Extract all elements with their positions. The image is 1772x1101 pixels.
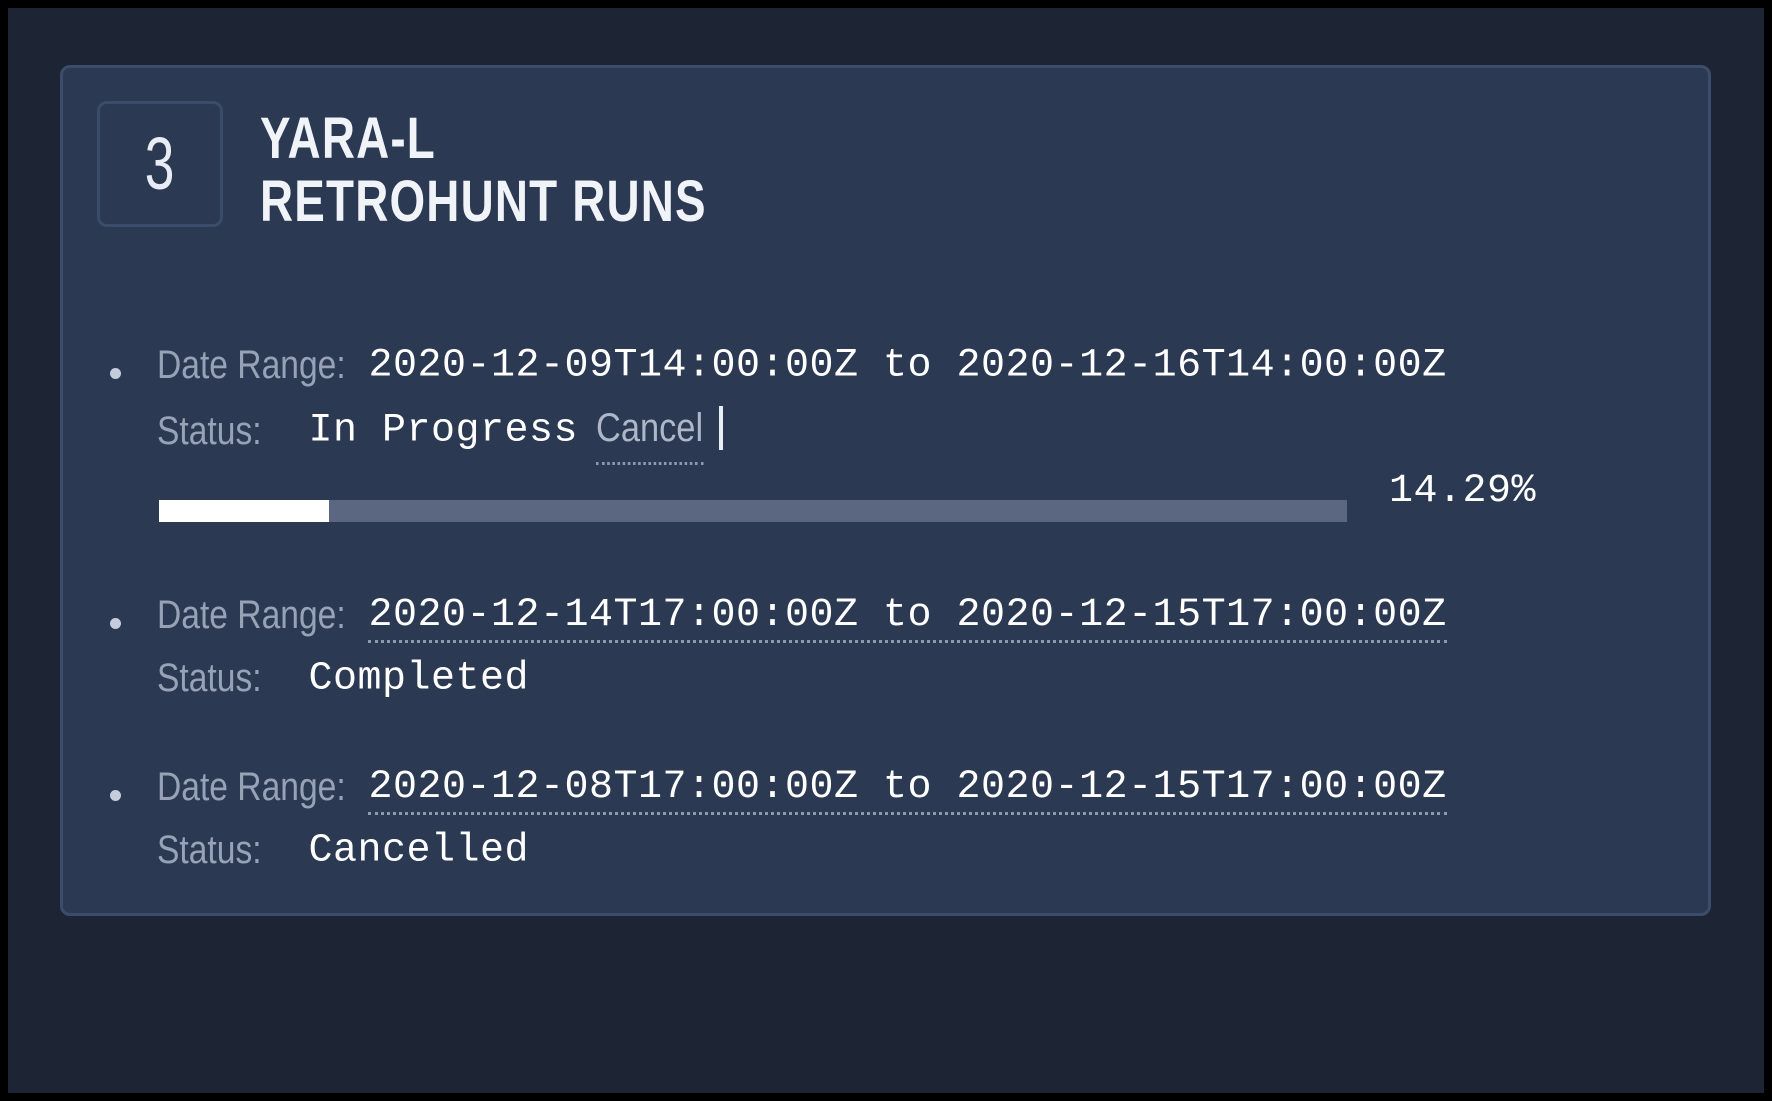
list-item: Date Range: 2020-12-14T17:00:00Z to 2020… [97,584,1680,710]
date-range-label: Date Range: [157,765,346,810]
status-line: Status: In Progress Cancel [157,397,1680,465]
page-title-line-2: RETROHUNT RUNS [260,169,707,234]
date-range-label: Date Range: [157,343,346,388]
bullet-icon [110,618,121,629]
status-label: Status: [157,408,262,453]
date-range-line: Date Range: 2020-12-09T14:00:00Z to 2020… [157,334,1680,397]
date-range-value[interactable]: 2020-12-08T17:00:00Z to 2020-12-15T17:00… [368,765,1447,816]
text-caret [718,406,723,450]
date-range-line: Date Range: 2020-12-08T17:00:00Z to 2020… [157,756,1680,819]
status-value: Cancelled [308,828,529,874]
bullet-icon [110,790,121,801]
bullet-icon [110,368,121,379]
progress-bar-fill [159,500,329,522]
progress-percent-label: 14.29% [1389,469,1537,514]
date-range-value: 2020-12-09T14:00:00Z to 2020-12-16T14:00… [368,343,1447,389]
card-header: 3 YARA-L RETROHUNT RUNS [97,101,826,233]
date-range-label: Date Range: [157,593,346,638]
date-range-value[interactable]: 2020-12-14T17:00:00Z to 2020-12-15T17:00… [368,593,1447,644]
status-value: In Progress [308,408,578,454]
progress-bar-track [159,500,1347,522]
list-item: Date Range: 2020-12-08T17:00:00Z to 2020… [97,756,1680,882]
cancel-run-button[interactable]: Cancel [596,397,704,465]
date-range-line: Date Range: 2020-12-14T17:00:00Z to 2020… [157,584,1680,647]
run-count-value: 3 [145,122,175,205]
status-value: Completed [308,656,529,702]
status-line: Status: Cancelled [157,819,1680,882]
list-item: Date Range: 2020-12-09T14:00:00Z to 2020… [97,334,1680,538]
status-label: Status: [157,656,262,701]
retrohunt-runs-list: Date Range: 2020-12-09T14:00:00Z to 2020… [97,334,1680,882]
status-line: Status: Completed [157,647,1680,710]
run-count-badge: 3 [97,101,223,227]
page-background: 3 YARA-L RETROHUNT RUNS Date Range: 2020… [8,8,1764,1093]
status-label: Status: [157,828,262,873]
card-title: YARA-L RETROHUNT RUNS [260,101,826,233]
progress-row: 14.29% [157,469,1680,538]
retrohunt-runs-card: 3 YARA-L RETROHUNT RUNS Date Range: 2020… [60,65,1711,916]
page-title-line-1: YARA-L [260,106,436,171]
